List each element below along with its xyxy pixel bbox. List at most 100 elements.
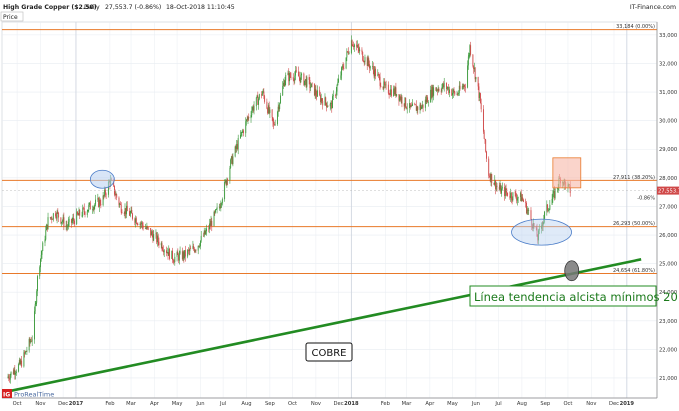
candle-body (221, 203, 223, 205)
candle-body (227, 178, 229, 181)
candle-body (179, 251, 181, 254)
candle-body (197, 245, 199, 251)
candle-body (459, 85, 461, 90)
candle-body (522, 197, 524, 200)
candle-body (15, 373, 17, 375)
candle-body (378, 74, 380, 77)
candle-body (261, 92, 263, 96)
candle-body (304, 80, 306, 85)
candle-body (137, 223, 139, 225)
x-tick-label: 2019 (620, 401, 635, 407)
candle-body (301, 73, 303, 76)
candle-body (264, 96, 266, 102)
x-tick-label: Nov (311, 401, 321, 407)
candle-body (216, 207, 218, 210)
candle-body (279, 103, 281, 110)
x-tick-label: Jun (471, 401, 480, 407)
candle-body (250, 115, 252, 119)
x-tick-label: Dec (334, 401, 344, 407)
candle-body (280, 95, 281, 104)
x-tick-label: Jun (195, 401, 204, 407)
x-tick-label: Oct (288, 401, 297, 407)
candle-body (271, 109, 273, 118)
candle-body (215, 209, 217, 210)
candle-body (298, 71, 300, 77)
candle-body (554, 188, 556, 198)
candle-body (73, 217, 75, 221)
candle-body (100, 204, 102, 206)
candle-body (310, 87, 312, 89)
candle-body (190, 248, 192, 250)
candle-body (200, 240, 201, 247)
candle-body (73, 220, 75, 225)
candle-body (55, 213, 57, 217)
candle-body (525, 201, 527, 203)
candle-body (496, 185, 498, 187)
x-tick-label: May (172, 401, 183, 407)
candle-body (405, 97, 407, 108)
candle-body (237, 138, 239, 150)
candle-body (220, 204, 222, 208)
candle-body (446, 88, 448, 89)
y-tick-label: 26,000 (659, 233, 677, 239)
candle-body (31, 339, 33, 342)
candle-body (81, 215, 83, 217)
candle-body (369, 66, 371, 69)
candle-body (195, 250, 197, 251)
candle-body (94, 204, 96, 207)
last-price-label: 27,553.7 (658, 189, 679, 195)
candle-body (464, 85, 466, 87)
level-label: 24,654 (61.80%) (613, 268, 655, 274)
candle-body (224, 182, 226, 200)
candle-body (120, 203, 121, 205)
candle-body (289, 73, 291, 77)
candle-body (89, 202, 91, 210)
candle-body (364, 57, 366, 63)
candle-body (105, 194, 107, 196)
candle-body (178, 253, 180, 261)
candle-body (512, 192, 514, 201)
highlight-marker (564, 260, 580, 282)
candle-body (84, 211, 86, 215)
y-tick-label: 21,000 (659, 376, 677, 382)
candle-body (88, 204, 90, 210)
x-tick-label: Dec (609, 401, 619, 407)
candle-body (375, 68, 376, 77)
source-label: IT-Finance.com (630, 4, 676, 11)
candle-body (193, 246, 195, 249)
candle-body (501, 188, 503, 194)
candle-body (248, 117, 250, 119)
x-tick-label: Nov (35, 401, 45, 407)
candle-body (241, 132, 243, 133)
y-tick-label: 29,000 (659, 147, 677, 153)
candle-body (475, 77, 477, 80)
candle-body (93, 206, 95, 211)
candle-body (516, 198, 518, 201)
candle-body (489, 175, 490, 177)
candle-body (332, 96, 333, 109)
candle-body (363, 60, 364, 62)
candle-body (95, 199, 97, 205)
candle-body (438, 88, 440, 91)
price-chart[interactable]: 33,184 (0.00%) 27,911 (38.20%) 26,293 (50.… (0, 0, 679, 407)
candle-body (380, 85, 382, 87)
candle-body (86, 211, 88, 215)
candle-body (530, 210, 532, 220)
candle-body (351, 40, 353, 46)
candle-body (510, 192, 512, 199)
candle-body (345, 57, 347, 69)
candle-body (172, 250, 173, 261)
candle-body (200, 235, 202, 241)
instrument-title: High Grade Copper ($2.50) (3, 4, 97, 11)
candle-body (245, 121, 247, 134)
x-tick-label: Sep (540, 401, 550, 407)
x-tick-label: Apr (425, 401, 435, 407)
last-change-label: -0.86% (637, 196, 655, 202)
candle-body (21, 360, 23, 367)
x-tick-label: Aug (517, 401, 527, 407)
candle-body (501, 186, 503, 189)
candle-body (41, 250, 43, 255)
candle-body (484, 138, 486, 140)
candle-body (353, 44, 355, 48)
candle-body (129, 212, 131, 216)
